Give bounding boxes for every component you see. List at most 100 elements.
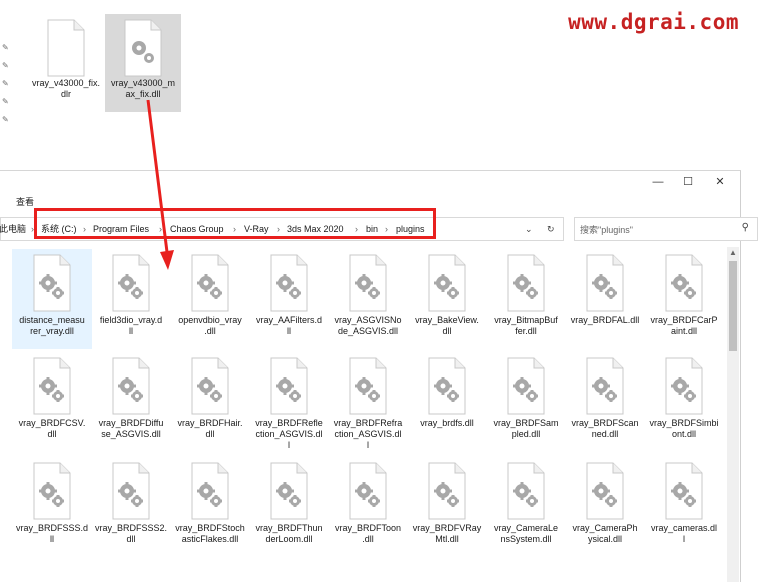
chevron-down-icon[interactable]: ⌄ [525,222,533,236]
file-label: vray_BRDFRefle ction_ASGVIS.dl l [255,418,323,450]
maximize-button[interactable]: ☐ [670,171,706,193]
file-item[interactable]: vray_CameraLe nsSystem.dll [486,457,566,557]
pin-icon[interactable]: ✎ [2,62,10,70]
close-button[interactable]: ✕ [702,171,738,193]
file-item[interactable]: vray_BRDFCarP aint.dll [644,249,724,349]
file-item[interactable]: vray_BRDFRefra ction_ASGVIS.dl l [328,352,408,452]
file-label: vray_AAFilters.d ll [255,315,323,336]
file-label: vray_BRDFRefra ction_ASGVIS.dl l [333,418,403,450]
file-item[interactable]: vray_BRDFToon .dll [328,457,408,557]
file-label: vray_BRDFSSS2. dll [94,523,168,544]
file-label: distance_measu rer_vray.dll [19,315,85,336]
file-label: vray_BRDFToon .dll [334,523,402,544]
file-item[interactable]: vray_AAFilters.d ll [249,249,329,349]
file-label: vray_brdfs.dll [420,418,474,428]
file-item[interactable]: vray_BRDFHair. dll [170,352,250,452]
file-item[interactable]: distance_measu rer_vray.dll [12,249,92,349]
scroll-up-icon[interactable]: ▲ [727,247,739,259]
file-item[interactable]: vray_BRDFThun derLoom.dll [249,457,329,557]
file-label: vray_BRDFStoch asticFlakes.dll [175,523,245,544]
file-item[interactable]: vray_BRDFDiffu se_ASGVIS.dll [91,352,171,452]
file-item[interactable]: vray_CameraPh ysical.dll [565,457,645,557]
file-vray-v43000-max-fix-dll[interactable]: vray_v43000_m ax_fix.dll [105,14,181,112]
dll-gear-file-icon [349,254,387,312]
pin-icon[interactable]: ✎ [2,80,10,88]
file-item[interactable]: vray_brdfs.dll [407,352,487,452]
pin-icon[interactable]: ✎ [2,116,10,124]
dll-gear-file-icon [124,19,162,77]
breadcrumb-this-pc[interactable]: 此电脑 [0,222,26,236]
dll-gear-file-icon [428,357,466,415]
file-label: vray_BitmapBuf fer.dll [494,315,558,336]
file-item[interactable]: vray_BRDFCSV. dll [12,352,92,452]
file-item[interactable]: vray_BRDFRefle ction_ASGVIS.dl l [249,352,329,452]
blank-file-icon [47,19,85,77]
file-label: vray_BRDFThun derLoom.dll [255,523,323,544]
file-item[interactable]: openvdbio_vray .dll [170,249,250,349]
dll-gear-file-icon [191,254,229,312]
file-label: vray_BRDFVRay Mtl.dll [412,523,482,544]
dll-gear-file-icon [507,462,545,520]
dll-gear-file-icon [428,254,466,312]
dll-gear-file-icon [112,254,150,312]
file-item[interactable]: vray_cameras.dl l [644,457,724,557]
file-label: vray_BRDFSam pled.dll [493,418,559,439]
tab-view[interactable]: 查看 [16,195,34,208]
dll-gear-file-icon [33,462,71,520]
file-label: vray_BRDFSSS.d ll [15,523,89,544]
file-label: vray_BRDFDiffu se_ASGVIS.dll [98,418,164,439]
file-vray-v43000-fix-dlr[interactable]: vray_v43000_fix. dlr [28,14,104,112]
dll-gear-file-icon [270,254,308,312]
dll-gear-file-icon [665,357,703,415]
file-label: vray_BRDFSimbi ont.dll [649,418,719,439]
dll-gear-file-icon [586,254,624,312]
file-label: vray_BRDFCarP aint.dll [650,315,718,336]
file-label: vray_BRDFCSV. dll [18,418,86,439]
dll-gear-file-icon [33,357,71,415]
file-label: vray_cameras.dl l [650,523,718,544]
file-label: vray_v43000_fix. dlr [31,78,101,99]
file-item[interactable]: vray_BRDFSSS2. dll [91,457,171,557]
background-explorer: ✎ ✎ ✎ ✎ ✎ vray_v43000_fix. dlr vray_v4300… [0,0,765,170]
scroll-thumb[interactable] [729,261,737,351]
file-label: openvdbio_vray .dll [178,315,242,336]
file-label: vray_BakeView. dll [415,315,479,336]
dll-gear-file-icon [428,462,466,520]
file-item[interactable]: vray_BRDFSimbi ont.dll [644,352,724,452]
file-item[interactable]: vray_BRDFAL.dll [565,249,645,349]
file-label: vray_v43000_m ax_fix.dll [110,78,176,99]
file-item[interactable]: vray_BRDFVRay Mtl.dll [407,457,487,557]
file-item[interactable]: vray_BitmapBuf fer.dll [486,249,566,349]
dll-gear-file-icon [507,357,545,415]
file-item[interactable]: field3dio_vray.d ll [91,249,171,349]
search-placeholder: 搜索"plugins" [580,225,633,235]
dll-gear-file-icon [191,357,229,415]
dll-gear-file-icon [586,357,624,415]
search-icon[interactable]: ⚲ [742,222,749,233]
vertical-scrollbar[interactable]: ▲ [727,247,739,582]
pin-icon[interactable]: ✎ [2,44,10,52]
dll-gear-file-icon [270,462,308,520]
dll-gear-file-icon [112,462,150,520]
pin-icon[interactable]: ✎ [2,98,10,106]
file-label: field3dio_vray.d ll [99,315,163,336]
file-label: vray_CameraPh ysical.dll [572,523,638,544]
file-label: vray_CameraLe nsSystem.dll [493,523,559,544]
dll-gear-file-icon [665,462,703,520]
file-item[interactable]: vray_BakeView. dll [407,249,487,349]
dll-gear-file-icon [507,254,545,312]
file-item[interactable]: vray_BRDFSSS.d ll [12,457,92,557]
file-item[interactable]: vray_ASGVISNo de_ASGVIS.dll [328,249,408,349]
dll-gear-file-icon [270,357,308,415]
dll-gear-file-icon [33,254,71,312]
file-item[interactable]: vray_BRDFSam pled.dll [486,352,566,452]
search-input[interactable]: 搜索"plugins" ⚲ [574,217,758,241]
file-item[interactable]: vray_BRDFScan ned.dll [565,352,645,452]
file-item[interactable]: vray_BRDFStoch asticFlakes.dll [170,457,250,557]
file-grid: distance_measu rer_vray.dll field3dio_vray… [12,249,726,582]
file-label: vray_BRDFScan ned.dll [571,418,639,439]
dll-gear-file-icon [665,254,703,312]
dll-gear-file-icon [191,462,229,520]
address-highlight-box [34,208,436,239]
refresh-icon[interactable]: ↻ [547,222,555,236]
